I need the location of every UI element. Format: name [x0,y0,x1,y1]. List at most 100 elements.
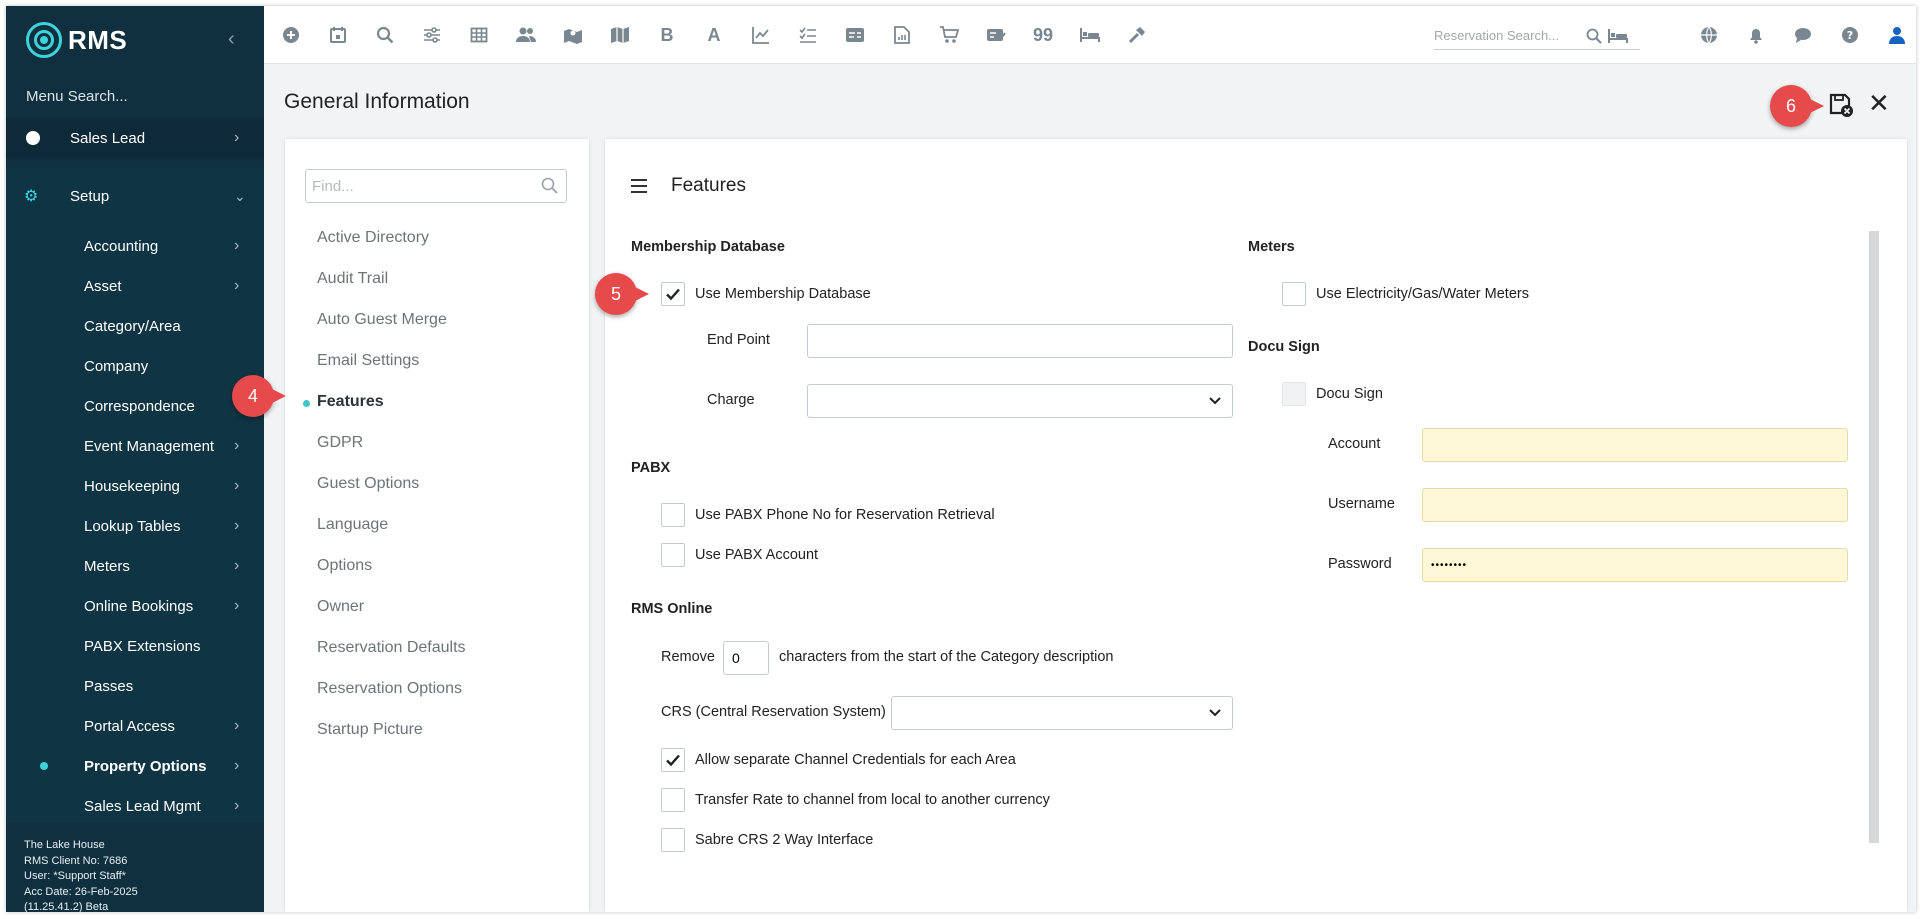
sidebar-item-sales-lead-mgmt[interactable]: Sales Lead Mgmt › [6,786,264,826]
sidebar-item-category-area[interactable]: Category/Area [6,306,264,346]
bell-icon[interactable] [1741,20,1771,50]
reservation-search[interactable] [1434,22,1640,50]
section-link-email-settings[interactable]: Email Settings [317,352,419,370]
chevron-right-icon: › [234,517,240,534]
section-link-reservation-defaults[interactable]: Reservation Defaults [317,639,466,657]
letter-a-icon[interactable]: A [699,20,729,50]
map-icon[interactable] [605,20,635,50]
sidebar-item-portal-access[interactable]: Portal Access › [6,706,264,746]
section-link-auto-guest-merge[interactable]: Auto Guest Merge [317,311,447,329]
pabx-account-checkbox[interactable] [661,543,685,567]
bed-icon[interactable] [1075,20,1105,50]
sidebar-item-event-management[interactable]: Event Management › [6,426,264,466]
find-box[interactable] [305,169,567,203]
chevron-right-icon: › [234,557,240,574]
search-icon[interactable] [370,20,400,50]
help-icon[interactable]: ? [1835,20,1865,50]
collapse-sidebar-icon[interactable]: ‹ [228,28,235,51]
use-meters-checkbox[interactable] [1282,282,1306,306]
section-link-options[interactable]: Options [317,557,372,575]
docusign-password-input[interactable]: •••••••• [1422,548,1848,582]
close-icon[interactable]: ✕ [1868,90,1890,116]
sidebar-item-passes[interactable]: Passes [6,666,264,706]
docusign-username-input[interactable] [1422,488,1848,522]
allow-channel-credentials-checkbox[interactable] [661,748,685,772]
chevron-right-icon: › [234,237,240,254]
section-link-language[interactable]: Language [317,516,388,534]
search-icon[interactable] [1586,28,1602,44]
bed-search-icon[interactable] [1608,28,1628,44]
sidebar-item-housekeeping[interactable]: Housekeeping › [6,466,264,506]
chat-icon[interactable] [1788,20,1818,50]
rms-logo[interactable]: RMS [26,18,127,62]
sidebar-item-property-options[interactable]: Property Options › [6,746,264,786]
docusign-checkbox[interactable] [1282,382,1306,406]
docusign-account-input[interactable] [1422,428,1848,462]
section-link-gdpr[interactable]: GDPR [317,434,363,452]
use-membership-checkbox[interactable] [661,282,685,306]
crs-select[interactable] [891,696,1233,730]
sidebar-item-accounting[interactable]: Accounting › [6,226,264,266]
section-link-reservation-options[interactable]: Reservation Options [317,680,462,698]
find-input[interactable] [306,170,526,202]
sidebar-item-sales-lead[interactable]: Sales Lead › [6,118,264,158]
sidebar-item-label: Online Bookings [84,597,194,615]
sidebar-item-asset[interactable]: Asset › [6,266,264,306]
pabx-phone-label: Use PABX Phone No for Reservation Retrie… [695,507,995,523]
active-section-indicator [303,400,310,407]
sidebar-item-correspondence[interactable]: Correspondence [6,386,264,426]
section-link-guest-options[interactable]: Guest Options [317,475,419,493]
sidebar-item-online-bookings[interactable]: Online Bookings › [6,586,264,626]
sidebar-item-meters[interactable]: Meters › [6,546,264,586]
sidebar-item-setup[interactable]: ⚙ Setup ⌄ [6,176,264,216]
map-marker-icon[interactable] [558,20,588,50]
sidebar-item-label: PABX Extensions [84,637,201,655]
hamburger-menu-icon[interactable] [631,179,647,193]
chevron-down-icon: ⌄ [234,187,246,204]
sidebar-item-pabx-extensions[interactable]: PABX Extensions [6,626,264,666]
chevron-right-icon: › [234,757,240,774]
add-circle-icon[interactable] [276,20,306,50]
report-icon[interactable] [887,20,917,50]
section-link-owner[interactable]: Owner [317,598,364,616]
sidebar-item-label: Event Management [84,437,215,455]
bold-b-icon[interactable]: B [652,20,682,50]
section-link-active-directory[interactable]: Active Directory [317,229,429,247]
id-card-icon[interactable] [840,20,870,50]
transfer-rate-checkbox[interactable] [661,788,685,812]
end-point-input[interactable] [807,324,1233,358]
gear-icon: ⚙ [24,188,39,205]
remove-chars-input[interactable]: 0 [723,641,769,675]
sidebar-item-lookup-tables[interactable]: Lookup Tables › [6,506,264,546]
users-icon[interactable] [511,20,541,50]
callout-step-6: 6 [1770,85,1824,127]
checklist-icon[interactable] [793,20,823,50]
quote-icon[interactable]: 99 [1028,20,1058,50]
sidebar-item-label: Lookup Tables [84,517,181,535]
sliders-icon[interactable] [417,20,447,50]
chevron-right-icon: › [234,717,240,734]
user-name: User: *Support Staff* [24,870,126,882]
section-link-features[interactable]: Features [317,393,384,411]
hammer-icon[interactable] [1122,20,1152,50]
save-button[interactable] [1828,92,1854,118]
grid-icon[interactable] [464,20,494,50]
line-chart-icon[interactable] [746,20,776,50]
globe-icon[interactable] [1694,20,1724,50]
sidebar-item-label: Passes [84,677,134,695]
ticket-edit-icon[interactable] [981,20,1011,50]
menu-search[interactable]: Menu Search... [26,88,128,105]
cart-icon[interactable] [934,20,964,50]
charge-select[interactable] [807,384,1233,418]
section-link-startup-picture[interactable]: Startup Picture [317,721,423,739]
pabx-phone-checkbox[interactable] [661,503,685,527]
user-profile-icon[interactable] [1882,20,1912,50]
checkmark-icon [666,288,680,301]
scrollbar[interactable] [1869,231,1879,843]
reservation-search-input[interactable] [1434,22,1584,48]
sidebar-item-company[interactable]: Company [6,346,264,386]
calendar-icon[interactable] [323,20,353,50]
rms-online-heading: RMS Online [631,601,713,617]
section-link-audit-trail[interactable]: Audit Trail [317,270,388,288]
sabre-crs-checkbox[interactable] [661,828,685,852]
